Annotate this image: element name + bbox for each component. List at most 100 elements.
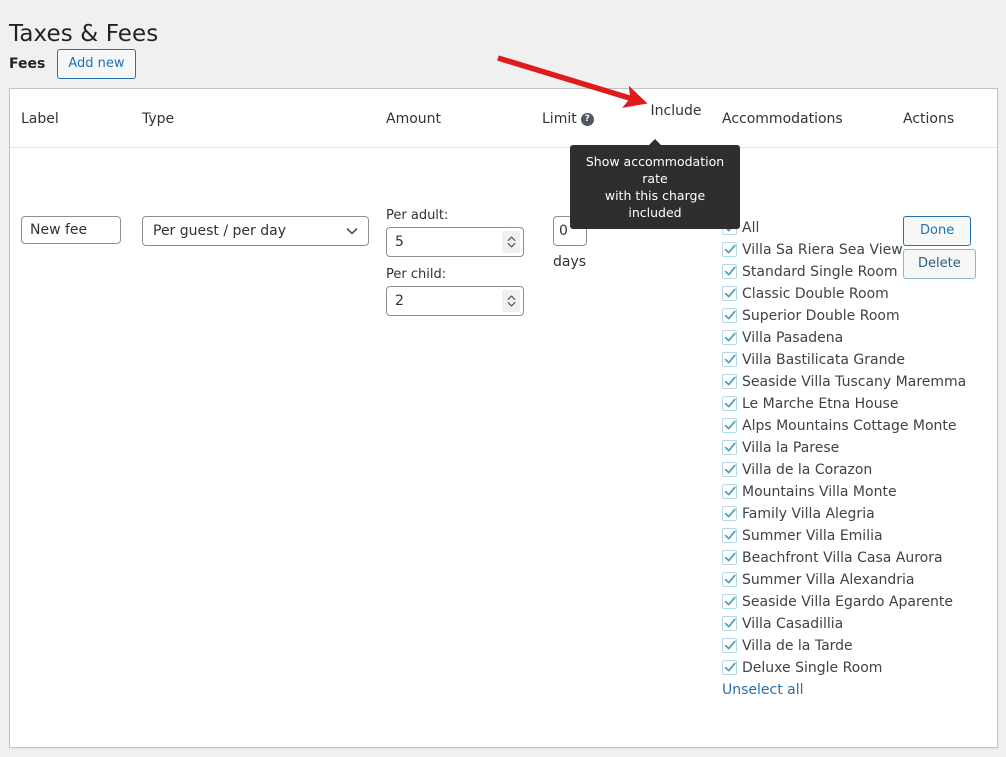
include-tooltip-line-2: with this charge included (604, 188, 706, 220)
checkmark-icon (724, 376, 736, 386)
accommodation-checkbox[interactable] (722, 352, 737, 367)
include-tooltip-line-1: Show accommodation rate (585, 154, 725, 186)
accommodation-checkbox[interactable] (722, 440, 737, 455)
column-header-type: Type (142, 111, 175, 127)
accommodation-checkbox[interactable] (722, 638, 737, 653)
accommodation-label: Beachfront Villa Casa Aurora (742, 550, 943, 566)
accommodation-checkbox[interactable] (722, 506, 737, 521)
accommodation-checkbox[interactable] (722, 572, 737, 587)
accommodation-item[interactable]: Villa de la Corazon (722, 460, 992, 482)
accommodation-checkbox[interactable] (722, 660, 737, 675)
page-title: Taxes & Fees (9, 21, 159, 48)
accommodation-label: Mountains Villa Monte (742, 484, 897, 500)
accommodation-checkbox[interactable] (722, 616, 737, 631)
checkmark-icon (724, 662, 736, 672)
accommodation-label: Standard Single Room (742, 264, 898, 280)
column-header-amount: Amount (386, 111, 442, 127)
fees-section-header: Fees Add new (9, 49, 136, 79)
accommodation-item[interactable]: Seaside Villa Tuscany Maremma (722, 372, 992, 394)
cell-label (21, 216, 121, 244)
accommodation-label: Superior Double Room (742, 308, 900, 324)
accommodation-item[interactable]: Alps Mountains Cottage Monte (722, 416, 992, 438)
checkmark-icon (724, 354, 736, 364)
column-header-label: Label (21, 111, 59, 127)
accommodation-checkbox[interactable] (722, 264, 737, 279)
accommodation-label: Villa de la Tarde (742, 638, 853, 654)
accommodation-label: Alps Mountains Cottage Monte (742, 418, 957, 434)
accommodation-label: Summer Villa Alexandria (742, 572, 915, 588)
per-adult-stepper-wrap (386, 227, 524, 257)
include-tooltip: Show accommodation rate with this charge… (570, 139, 740, 229)
accommodation-item[interactable]: Villa Bastilicata Grande (722, 350, 992, 372)
accommodation-item[interactable]: Villa Pasadena (722, 328, 992, 350)
done-button[interactable]: Done (903, 216, 972, 246)
accommodation-checkbox[interactable] (722, 286, 737, 301)
column-header-limit-text: Limit (542, 111, 577, 127)
accommodation-checkbox[interactable] (722, 308, 737, 323)
accommodation-label: Villa la Parese (742, 440, 840, 456)
per-child-spinner[interactable] (502, 290, 520, 312)
stepper-arrows-icon (507, 236, 515, 248)
accommodation-label: Classic Double Room (742, 286, 889, 302)
accommodation-checkbox[interactable] (722, 594, 737, 609)
accommodation-checkbox[interactable] (722, 418, 737, 433)
accommodation-item[interactable]: Villa la Parese (722, 438, 992, 460)
accommodation-item[interactable]: Classic Double Room (722, 284, 992, 306)
accommodation-item[interactable]: Family Villa Alegria (722, 504, 992, 526)
checkmark-icon (724, 552, 736, 562)
fee-type-select[interactable]: Per guest / per day (142, 216, 369, 246)
column-header-limit: Limit ? (542, 111, 594, 127)
accommodation-checkbox[interactable] (722, 242, 737, 257)
accommodation-item[interactable]: Summer Villa Emilia (722, 526, 992, 548)
accommodation-checkbox[interactable] (722, 528, 737, 543)
checkmark-icon (724, 420, 736, 430)
accommodation-item[interactable]: Mountains Villa Monte (722, 482, 992, 504)
accommodation-label: Villa Bastilicata Grande (742, 352, 905, 368)
checkmark-icon (724, 596, 736, 606)
accommodation-item[interactable]: Seaside Villa Egardo Aparente (722, 592, 992, 614)
fee-type-select-wrap: Per guest / per day (142, 216, 369, 246)
accommodation-checkbox[interactable] (722, 462, 737, 477)
accommodation-item[interactable]: Deluxe Single Room (722, 658, 992, 680)
accommodation-checkbox[interactable] (722, 374, 737, 389)
checkmark-icon (724, 332, 736, 342)
checkmark-icon (724, 530, 736, 540)
limit-unit-label: days (553, 254, 587, 270)
cell-type: Per guest / per day (142, 216, 369, 246)
column-header-accommodations: Accommodations (722, 111, 843, 127)
checkmark-icon (724, 618, 736, 628)
per-adult-spinner[interactable] (502, 231, 520, 253)
accommodation-items: All Villa Sa Riera Sea View Standard Singl… (722, 218, 992, 680)
accommodation-label: Villa Casadillia (742, 616, 844, 632)
cell-amount: Per adult: Per child: (386, 208, 524, 316)
accommodation-checkbox[interactable] (722, 550, 737, 565)
accommodation-checkbox[interactable] (722, 396, 737, 411)
accommodation-label: All (742, 220, 760, 236)
accommodation-label: Le Marche Etna House (742, 396, 899, 412)
column-header-actions: Actions (903, 111, 955, 127)
delete-button[interactable]: Delete (903, 249, 976, 279)
per-adult-label: Per adult: (386, 208, 449, 223)
accommodation-label: Seaside Villa Egardo Aparente (742, 594, 953, 610)
accommodation-item[interactable]: Villa de la Tarde (722, 636, 992, 658)
column-header-include: Include (650, 103, 702, 119)
accommodation-item[interactable]: Villa Casadillia (722, 614, 992, 636)
accommodation-item[interactable]: Beachfront Villa Casa Aurora (722, 548, 992, 570)
accommodation-item[interactable]: Superior Double Room (722, 306, 992, 328)
cell-actions: Done Delete (903, 216, 976, 279)
unselect-all-link[interactable]: Unselect all (722, 680, 992, 702)
stepper-arrows-icon (507, 295, 515, 307)
fees-table: Label Type Amount Limit ? Include Accomm… (9, 88, 998, 748)
limit-help-icon[interactable]: ? (580, 112, 594, 126)
accommodation-checkbox[interactable] (722, 484, 737, 499)
checkmark-icon (724, 310, 736, 320)
checkmark-icon (724, 464, 736, 474)
fees-label: Fees (9, 56, 46, 72)
fee-label-input[interactable] (21, 216, 121, 244)
accommodation-checkbox[interactable] (722, 330, 737, 345)
checkmark-icon (724, 442, 736, 452)
accommodation-label: Seaside Villa Tuscany Maremma (742, 374, 967, 390)
add-new-button[interactable]: Add new (57, 49, 136, 79)
accommodation-item[interactable]: Summer Villa Alexandria (722, 570, 992, 592)
accommodation-item[interactable]: Le Marche Etna House (722, 394, 992, 416)
